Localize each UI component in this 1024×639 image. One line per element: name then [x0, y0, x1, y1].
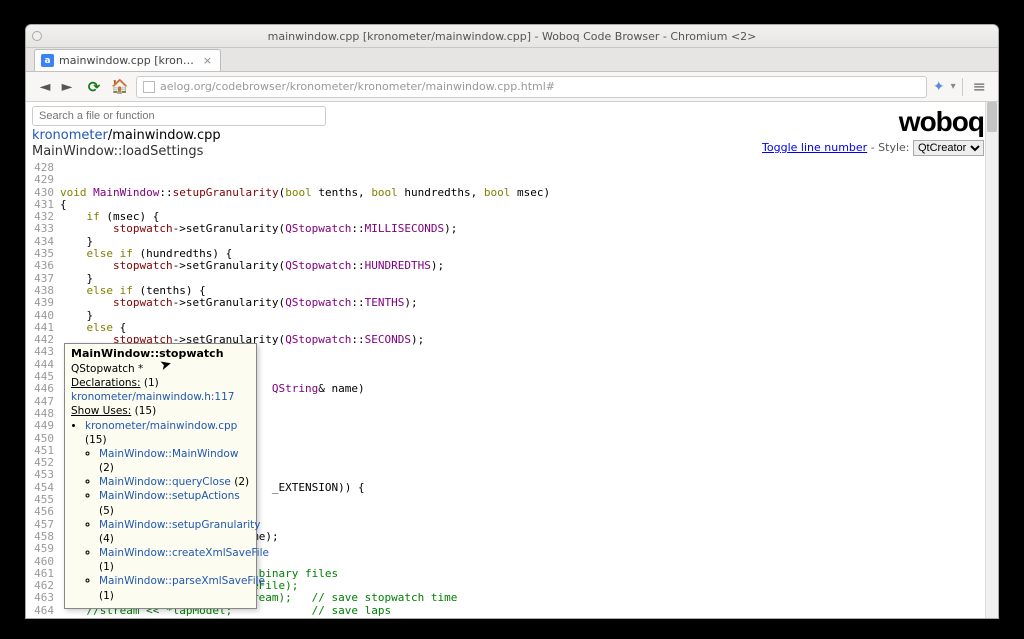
- code-line: 439 stopwatch->setGranularity(QStopwatch…: [26, 297, 998, 309]
- forward-button[interactable]: ►: [56, 76, 78, 98]
- symbol-tooltip: MainWindow::stopwatch QStopwatch * Decla…: [64, 343, 257, 609]
- code-text[interactable]: void MainWindow::setupGranularity(bool t…: [60, 187, 550, 199]
- style-row: Toggle line number - Style: QtCreator: [762, 140, 992, 156]
- window-title: mainwindow.cpp [kronometer/mainwindow.cp…: [268, 30, 757, 43]
- logo: woboq: [762, 106, 992, 138]
- code-line: 440 }: [26, 310, 998, 322]
- header: kronometer/mainwindow.cpp MainWindow::lo…: [26, 102, 998, 161]
- tooltip-use-link[interactable]: MainWindow::setupGranularity: [99, 519, 260, 531]
- tooltip-use-link[interactable]: MainWindow::parseXmlSaveFile: [99, 575, 265, 587]
- line-number[interactable]: 433: [26, 223, 60, 235]
- code-text[interactable]: stopwatch->setGranularity(QStopwatch::TE…: [60, 297, 418, 309]
- file-icon: [143, 81, 155, 93]
- bookmark-icon[interactable]: ✦: [933, 79, 945, 95]
- code-line: 431{: [26, 199, 998, 211]
- code-line: 430void MainWindow::setupGranularity(boo…: [26, 187, 998, 199]
- code-line: 433 stopwatch->setGranularity(QStopwatch…: [26, 223, 998, 235]
- line-number[interactable]: 429: [26, 174, 60, 186]
- line-number[interactable]: 459: [26, 543, 60, 555]
- line-number[interactable]: 449: [26, 420, 60, 432]
- favicon: a: [41, 54, 54, 67]
- tooltip-decl-link[interactable]: kronometer/mainwindow.h:117: [71, 390, 250, 404]
- code-text[interactable]: stopwatch->setGranularity(QStopwatch::MI…: [60, 223, 457, 235]
- toggle-line-number[interactable]: Toggle line number: [762, 141, 867, 154]
- code-line: 428: [26, 162, 998, 174]
- project-link[interactable]: kronometer: [32, 128, 108, 143]
- tooltip-use-link[interactable]: MainWindow::queryClose: [99, 476, 231, 488]
- tooltip-file-link[interactable]: kronometer/mainwindow.cpp: [85, 420, 237, 432]
- scope-label: MainWindow::loadSettings: [32, 144, 326, 159]
- back-button[interactable]: ◄: [34, 76, 56, 98]
- line-number[interactable]: 464: [26, 605, 60, 617]
- home-button[interactable]: 🏠: [110, 77, 130, 97]
- line-number[interactable]: 453: [26, 469, 60, 481]
- search-input[interactable]: [32, 106, 326, 126]
- url-text: aelog.org/codebrowser/kronometer/kronome…: [160, 80, 555, 93]
- scrollbar[interactable]: [985, 102, 998, 618]
- line-number[interactable]: 456: [26, 506, 60, 518]
- scroll-thumb[interactable]: [987, 102, 997, 132]
- window-close-button[interactable]: [32, 31, 42, 41]
- line-number[interactable]: 450: [26, 433, 60, 445]
- style-select[interactable]: QtCreator: [913, 140, 984, 156]
- line-number[interactable]: 460: [26, 556, 60, 568]
- line-number[interactable]: 440: [26, 310, 60, 322]
- dropdown-icon[interactable]: ▾: [951, 81, 956, 92]
- line-number[interactable]: 446: [26, 383, 60, 395]
- reload-button[interactable]: ⟳: [84, 77, 104, 97]
- line-number[interactable]: 463: [26, 592, 60, 604]
- tab-close-icon[interactable]: ×: [203, 54, 212, 67]
- tooltip-use-link[interactable]: MainWindow::MainWindow: [99, 448, 238, 460]
- tab-title: mainwindow.cpp [kron…: [59, 54, 194, 67]
- code-line: 436 stopwatch->setGranularity(QStopwatch…: [26, 260, 998, 272]
- url-bar[interactable]: aelog.org/codebrowser/kronometer/kronome…: [136, 76, 927, 98]
- code-text[interactable]: stopwatch->setGranularity(QStopwatch::HU…: [60, 260, 444, 272]
- navbar: ◄ ► ⟳ 🏠 aelog.org/codebrowser/kronometer…: [26, 72, 998, 102]
- line-number[interactable]: 436: [26, 260, 60, 272]
- titlebar: mainwindow.cpp [kronometer/mainwindow.cp…: [26, 25, 998, 48]
- menu-icon[interactable]: ≡: [969, 77, 990, 96]
- tooltip-use-link[interactable]: MainWindow::setupActions: [99, 490, 240, 502]
- browser-tab[interactable]: a mainwindow.cpp [kron… ×: [34, 49, 221, 71]
- line-number[interactable]: 439: [26, 297, 60, 309]
- breadcrumb: kronometer/mainwindow.cpp: [32, 128, 326, 143]
- tooltip-use-link[interactable]: MainWindow::createXmlSaveFile: [99, 547, 269, 559]
- line-number[interactable]: 443: [26, 346, 60, 358]
- tabstrip: a mainwindow.cpp [kron… ×: [26, 48, 998, 72]
